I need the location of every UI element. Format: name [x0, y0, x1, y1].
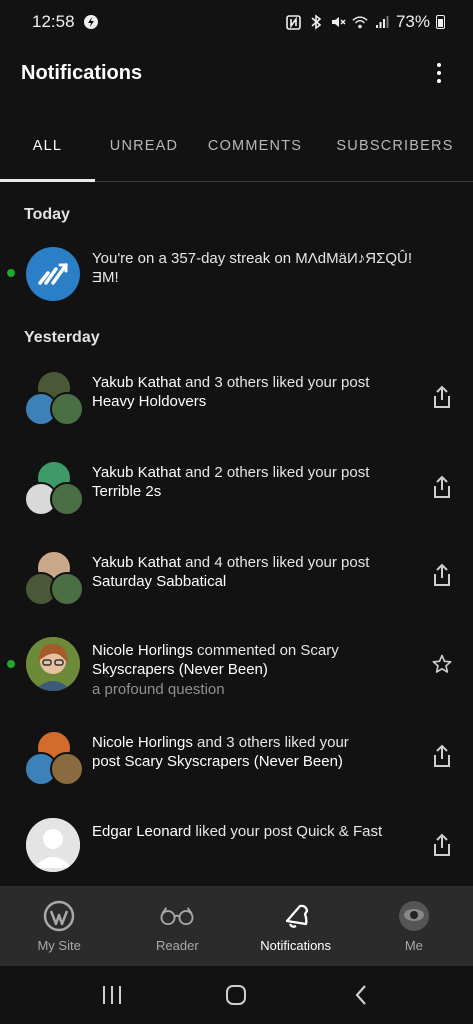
avatar: [50, 482, 84, 516]
notification-like-quick-fast[interactable]: Edgar Leonard liked your post Quick & Fa…: [0, 816, 473, 876]
share-icon[interactable]: [431, 562, 453, 588]
post-title[interactable]: Terrible 2s: [92, 483, 161, 500]
streak-line-1: You're on a 357-day streak on ΜΛdΜäИ♪ЯΣQ…: [92, 250, 413, 267]
bottom-nav: My Site Reader Notifications Me: [0, 886, 473, 966]
bell-icon: [278, 900, 314, 932]
share-icon[interactable]: [431, 743, 453, 769]
share-icon[interactable]: [431, 832, 453, 858]
system-nav: [0, 966, 473, 1024]
bluetooth-icon: [308, 14, 324, 30]
notification-text: Nicole Horlings commented on Scary Skysc…: [92, 641, 422, 699]
avatar: [50, 752, 84, 786]
unread-dot: [7, 660, 15, 668]
mute-icon: [330, 14, 346, 30]
notification-message: liked your post Quick & Fast: [191, 823, 383, 840]
notification-message: and 3 others liked your: [192, 734, 349, 751]
notification-message: and 4 others liked your post: [180, 554, 370, 571]
actor-name: Yakub Kathat: [92, 464, 181, 481]
streak-icon: [26, 247, 80, 301]
nfc-icon: [286, 14, 302, 30]
notification-like-scary-skyscrapers[interactable]: Nicole Horlings and 3 others liked your …: [0, 726, 473, 790]
post-title[interactable]: Saturday Sabbatical: [92, 573, 226, 590]
status-bar: 12:58 73%: [0, 0, 473, 44]
nav-label: Reader: [156, 938, 199, 953]
battery-icon: [436, 15, 445, 29]
actor-name: Nicole Horlings: [92, 734, 193, 751]
section-header-yesterday: Yesterday: [24, 329, 100, 346]
post-title[interactable]: Skyscrapers (Never Been): [92, 661, 268, 678]
post-title[interactable]: Heavy Holdovers: [92, 393, 206, 410]
nav-label: Notifications: [260, 938, 332, 953]
notification-text: You're on a 357-day streak on ΜΛdΜäИ♪ЯΣQ…: [92, 249, 422, 287]
tab-subscribers[interactable]: SUBSCRIBERS: [317, 116, 473, 176]
glasses-icon: [159, 900, 195, 932]
nav-me[interactable]: Me: [355, 886, 473, 966]
actor-name: Yakub Kathat: [92, 374, 181, 391]
share-icon[interactable]: [431, 384, 453, 410]
nav-label: My Site: [37, 938, 81, 953]
notification-text: Yakub Kathat and 3 others liked your pos…: [92, 373, 422, 411]
actor-name: Yakub Kathat: [92, 554, 181, 571]
streak-line-2: ƎM!: [92, 269, 119, 286]
notification-message: and 2 others liked your post: [180, 464, 370, 481]
tab-comments[interactable]: COMMENTS: [193, 116, 317, 176]
notification-like-terrible-2s[interactable]: Yakub Kathat and 2 others liked your pos…: [0, 456, 473, 520]
notification-message: and 3 others liked your post: [180, 374, 370, 391]
tab-all[interactable]: ALL: [0, 116, 95, 182]
notification-comment[interactable]: Nicole Horlings commented on Scary Skysc…: [0, 636, 473, 698]
nav-label: Me: [404, 938, 423, 953]
status-time: 12:58: [32, 12, 75, 31]
actor-name: Nicole Horlings: [92, 642, 193, 659]
wifi-icon: [352, 14, 368, 30]
avatar: [50, 572, 84, 606]
notification-like-saturday-sabbatical[interactable]: Yakub Kathat and 4 others liked your pos…: [0, 546, 473, 610]
notification-text: Yakub Kathat and 2 others liked your pos…: [92, 463, 422, 501]
home-icon[interactable]: [216, 975, 256, 1015]
star-icon[interactable]: [431, 651, 453, 677]
signal-icon: [374, 14, 390, 30]
tab-unread[interactable]: UNREAD: [95, 116, 193, 176]
comment-excerpt: a profound question: [92, 681, 225, 698]
post-title[interactable]: post Scary Skyscrapers (Never Been): [92, 753, 343, 770]
back-icon[interactable]: [341, 975, 381, 1015]
avatar-icon: [396, 900, 432, 932]
wordpress-icon: [41, 900, 77, 932]
avatar: [26, 818, 80, 872]
page-title: Notifications: [21, 61, 143, 84]
more-vertical-icon[interactable]: [427, 58, 451, 88]
notification-streak[interactable]: You're on a 357-day streak on ΜΛdΜäИ♪ЯΣQ…: [0, 244, 473, 304]
recents-icon[interactable]: [92, 975, 132, 1015]
section-header-today: Today: [24, 206, 70, 223]
notification-text: Edgar Leonard liked your post Quick & Fa…: [92, 822, 422, 841]
tab-bar: ALL UNREAD COMMENTS SUBSCRIBERS: [0, 116, 473, 182]
avatar: [50, 392, 84, 426]
actor-name: Edgar Leonard: [92, 823, 192, 840]
battery-percent: 73%: [395, 12, 430, 31]
app-header: Notifications: [0, 52, 473, 94]
nav-reader[interactable]: Reader: [118, 886, 236, 966]
avatar: [26, 637, 80, 691]
notification-text: Yakub Kathat and 4 others liked your pos…: [92, 553, 422, 591]
notification-text: Nicole Horlings and 3 others liked your …: [92, 733, 422, 771]
notification-like-heavy-holdovers[interactable]: Yakub Kathat and 3 others liked your pos…: [0, 366, 473, 430]
notification-message: commented on Scary: [192, 642, 339, 659]
nav-notifications[interactable]: Notifications: [237, 886, 355, 966]
share-icon[interactable]: [431, 474, 453, 500]
data-saver-icon: [83, 14, 99, 30]
nav-my-site[interactable]: My Site: [0, 886, 118, 966]
unread-dot: [7, 269, 15, 277]
